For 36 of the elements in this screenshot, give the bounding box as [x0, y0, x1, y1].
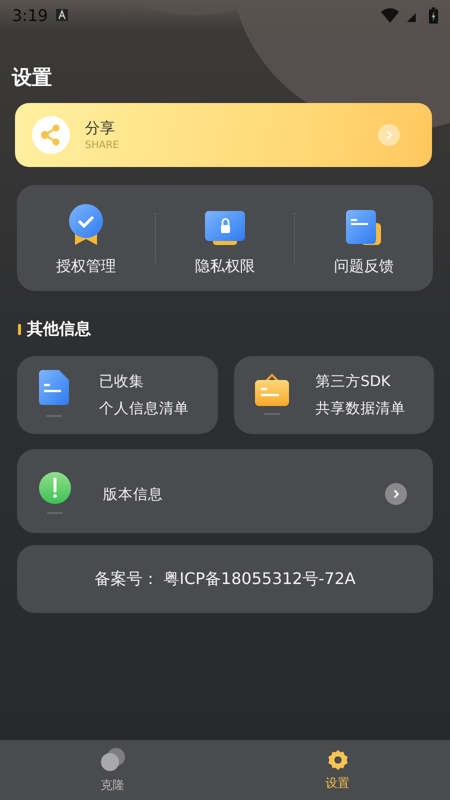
share-title: 分享 [85, 119, 116, 138]
accent-bar [18, 324, 21, 335]
wifi-icon [381, 8, 399, 22]
signal-icon [407, 8, 421, 22]
document-icon [345, 208, 383, 246]
settings-icon [326, 748, 348, 770]
overlapping-circles-icon [100, 746, 126, 772]
briefcase-icon [254, 373, 290, 417]
nav-tab[interactable]: 克隆 [0, 740, 225, 800]
share-icon [31, 115, 71, 155]
page-title: 设置 [12, 64, 53, 91]
award-badge-icon [68, 202, 104, 246]
nav-tab[interactable]: 设置 [225, 740, 450, 800]
card-label: 第三方SDK [316, 372, 392, 391]
shortcut-button[interactable]: 授权管理 [17, 200, 155, 276]
info-card[interactable]: 第三方SDK 共享数据清单 [234, 356, 434, 434]
version-label: 版本信息 [103, 486, 163, 504]
chevron-right-icon [385, 483, 407, 505]
shortcut-button[interactable]: 隐私权限 [156, 200, 294, 276]
card-label: 个人信息清单 [99, 400, 189, 418]
lock-screen-icon [203, 208, 247, 246]
card-label: 已收集 [99, 373, 145, 391]
keyboard-icon [56, 9, 68, 21]
chevron-right-icon [378, 124, 400, 146]
record-number: 备案号： 粤ICP备18055312号-72A [94, 568, 356, 590]
share-card[interactable]: 分享 SHARE [15, 103, 432, 167]
info-card[interactable]: 已收集 个人信息清单 [17, 356, 218, 434]
shortcut-button[interactable]: 问题反馈 [295, 200, 433, 276]
version-row[interactable]: 版本信息 [17, 449, 433, 533]
exclamation-icon [38, 472, 72, 516]
card-label: 共享数据清单 [316, 400, 406, 418]
battery-icon [429, 6, 438, 24]
share-subtitle: SHARE [85, 140, 120, 151]
file-icon [39, 370, 71, 420]
status-time: 3:19 [12, 6, 48, 24]
section-title: 其他信息 [27, 319, 91, 340]
